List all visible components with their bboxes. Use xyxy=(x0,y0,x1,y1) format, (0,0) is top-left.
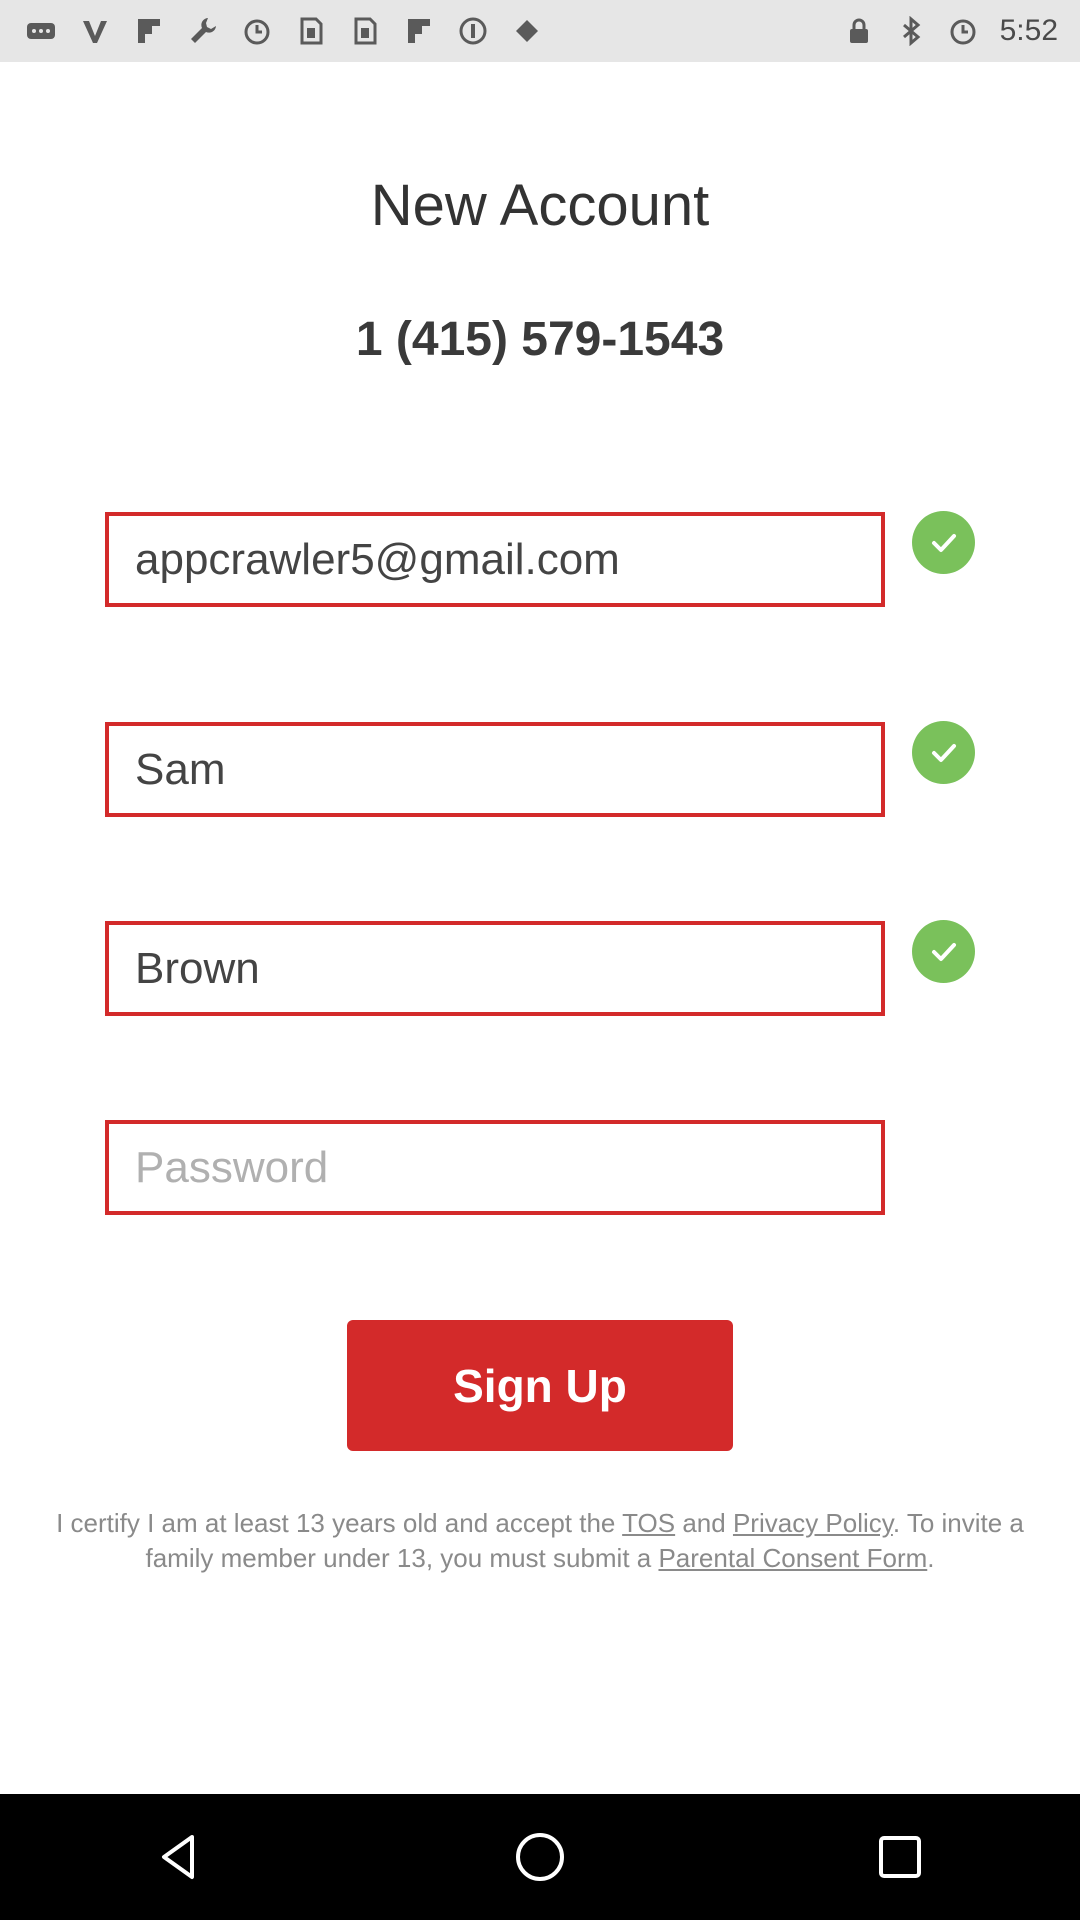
more-icon xyxy=(26,16,56,46)
password-input[interactable] xyxy=(135,1142,881,1193)
phone-number: 1 (415) 579-1543 xyxy=(355,313,725,366)
status-bar: 5:52 xyxy=(0,0,1080,62)
sim-icon xyxy=(296,16,326,46)
email-valid-check-icon xyxy=(912,511,975,574)
recents-icon[interactable] xyxy=(865,1822,935,1892)
password-field[interactable] xyxy=(105,1120,885,1215)
back-icon[interactable] xyxy=(145,1822,215,1892)
privacy-policy-link[interactable]: Privacy Policy xyxy=(733,1508,893,1538)
email-input[interactable] xyxy=(135,534,881,585)
bluetooth-icon xyxy=(896,16,926,46)
parental-consent-form-link[interactable]: Parental Consent Form xyxy=(658,1543,927,1573)
legal-text: I certify I am at least 13 years old and… xyxy=(56,1508,623,1538)
flipboard-icon xyxy=(134,16,164,46)
legal-text: and xyxy=(675,1508,733,1538)
sim-icon xyxy=(350,16,380,46)
first-name-field[interactable] xyxy=(105,722,885,817)
alarm-icon xyxy=(948,16,978,46)
legal-disclaimer: I certify I am at least 13 years old and… xyxy=(40,1506,1040,1576)
wrench-icon xyxy=(188,16,218,46)
navigation-bar xyxy=(0,1794,1080,1920)
flipboard-icon xyxy=(404,16,434,46)
first-name-valid-check-icon xyxy=(912,721,975,784)
last-name-input[interactable] xyxy=(135,943,881,994)
tos-link[interactable]: TOS xyxy=(622,1508,675,1538)
first-name-input[interactable] xyxy=(135,744,881,795)
page-title: New Account xyxy=(370,173,710,238)
sign-up-button[interactable]: Sign Up xyxy=(347,1320,733,1451)
legal-text: . xyxy=(927,1543,935,1573)
fake-gps-icon xyxy=(512,16,542,46)
last-name-field[interactable] xyxy=(105,921,885,1016)
home-icon[interactable] xyxy=(505,1822,575,1892)
info-icon xyxy=(458,16,488,46)
email-field[interactable] xyxy=(105,512,885,607)
v-icon xyxy=(80,16,110,46)
last-name-valid-check-icon xyxy=(912,920,975,983)
alarm-icon xyxy=(242,16,272,46)
lock-icon xyxy=(844,16,874,46)
status-time: 5:52 xyxy=(999,14,1058,47)
